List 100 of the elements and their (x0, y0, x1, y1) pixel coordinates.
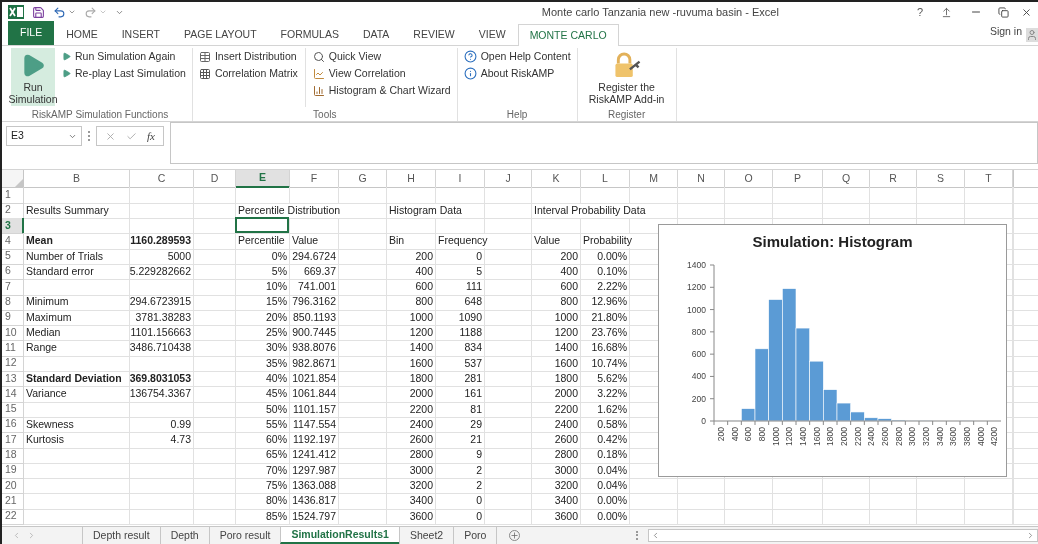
axis-tick-label: 2000 (838, 427, 849, 446)
table-cell: 1600 (532, 355, 581, 372)
table-cell: Maximum (24, 309, 130, 327)
table-cell: 1800 (532, 370, 581, 388)
table-cell: Percentile Distribution (236, 202, 387, 220)
table-cell: 2400 (387, 416, 436, 434)
table-cell: 1101.156663 (130, 324, 194, 342)
table-cell: 400 (387, 263, 436, 281)
table-cell: 161 (436, 385, 485, 403)
table-cell: 25% (236, 324, 290, 342)
table-cell: Histogram Data (387, 202, 485, 220)
table-cell: 1090 (436, 309, 485, 327)
table-cell: 3400 (387, 492, 436, 510)
table-cell: 800 (532, 294, 581, 311)
table-cell: Skewness (24, 416, 130, 434)
table-cell: 21.80% (581, 309, 630, 327)
ribbon-group-label: RiskAMP Simulation Functions (30, 108, 170, 121)
table-cell: Number of Trials (24, 248, 130, 265)
window-title: Monte carlo Tanzania new -ruvuma basin - Excel (541, 4, 779, 20)
table-cell: 50% (236, 401, 290, 418)
table-cell: 1000 (387, 309, 436, 327)
axis-tick-label: 600 (691, 349, 706, 360)
axis-tick-label: 600 (743, 427, 754, 442)
axis-tick-label: 2400 (866, 427, 877, 446)
table-cell: 2800 (387, 447, 436, 464)
table-cell: 2600 (532, 431, 581, 449)
table-cell: 21 (436, 431, 485, 449)
axis-tick-label: 3600 (948, 427, 959, 446)
table-cell: 81 (436, 401, 485, 418)
table-cell: 294.6723915 (130, 294, 194, 311)
table-cell: Standard Deviation (24, 370, 130, 388)
table-cell: Median (24, 324, 130, 342)
table-cell: 3486.710438 (130, 339, 194, 357)
axis-tick-label: 4200 (989, 427, 1000, 446)
table-cell: 600 (387, 278, 436, 296)
table-cell: 85% (236, 508, 290, 525)
table-cell: 2 (436, 462, 485, 480)
table-cell: 600 (532, 278, 581, 296)
table-cell: 200 (387, 248, 436, 265)
table-cell: 5 (436, 263, 485, 281)
table-cell: 80% (236, 492, 290, 510)
axis-tick-label: 4000 (975, 427, 986, 446)
table-cell: 1800 (387, 370, 436, 388)
table-cell: 2600 (387, 431, 436, 449)
table-cell: 1192.197 (290, 431, 339, 449)
table-cell: Mean (24, 232, 130, 250)
table-cell: 1061.844 (290, 385, 339, 403)
table-cell: 5.62% (581, 370, 630, 388)
axis-tick-label: 400 (691, 371, 706, 382)
table-cell: 294.6724 (290, 248, 339, 265)
table-cell: 2000 (387, 385, 436, 403)
table-cell: 369.8031053 (130, 370, 194, 388)
table-cell: 0.00% (581, 248, 630, 265)
axis-tick-label: 0 (701, 416, 706, 426)
axis-tick-label: 3800 (961, 427, 972, 446)
table-cell: 0.99 (130, 416, 194, 434)
axis-tick-label: 1200 (687, 282, 706, 293)
table-cell: Range (24, 339, 130, 357)
table-cell: 1101.157 (290, 401, 339, 418)
table-cell: 1241.412 (290, 447, 339, 464)
table-cell: Interval Probability Data (532, 202, 678, 220)
table-cell: 2 (436, 477, 485, 495)
table-cell: 796.3162 (290, 294, 339, 311)
table-cell: 5% (236, 263, 290, 281)
table-cell: 850.1193 (290, 309, 339, 327)
ribbon-group-label: Register (607, 108, 647, 121)
table-cell: 1297.987 (290, 462, 339, 480)
axis-tick-label: 200 (715, 427, 726, 442)
table-cell: 30% (236, 339, 290, 357)
table-cell: 400 (532, 263, 581, 281)
table-cell: 4.73 (130, 431, 194, 449)
axis-tick-label: 200 (691, 393, 706, 404)
table-cell: 200 (532, 248, 581, 265)
axis-tick-label: 800 (756, 427, 767, 442)
table-cell: Value (290, 232, 339, 250)
table-cell: 2200 (532, 401, 581, 418)
table-cell: 136754.3367 (130, 385, 194, 403)
table-cell: 23.76% (581, 324, 630, 342)
table-cell: 3000 (532, 462, 581, 480)
table-cell: 0.00% (581, 492, 630, 510)
table-cell: 0.00% (581, 508, 630, 525)
table-cell: 1400 (532, 339, 581, 357)
table-cell: 982.8671 (290, 355, 339, 372)
table-cell: 75% (236, 477, 290, 495)
table-cell: 0.04% (581, 477, 630, 495)
table-cell: 1524.797 (290, 508, 339, 525)
table-cell: 1400 (387, 339, 436, 357)
table-cell: 3200 (387, 477, 436, 495)
axis-tick-label: 1400 (687, 260, 706, 270)
table-cell: 1.62% (581, 401, 630, 418)
axis-tick-label: 1000 (770, 427, 781, 446)
axis-tick-label: 2800 (893, 427, 904, 446)
table-cell: 1600 (387, 355, 436, 372)
table-cell: 834 (436, 339, 485, 357)
table-cell: 0.10% (581, 263, 630, 281)
table-cell: Kurtosis (24, 431, 130, 449)
table-cell: 741.001 (290, 278, 339, 296)
axis-tick-label: 1800 (825, 427, 836, 446)
ribbon-group-label: Help (505, 108, 529, 121)
table-cell: 0.04% (581, 462, 630, 480)
